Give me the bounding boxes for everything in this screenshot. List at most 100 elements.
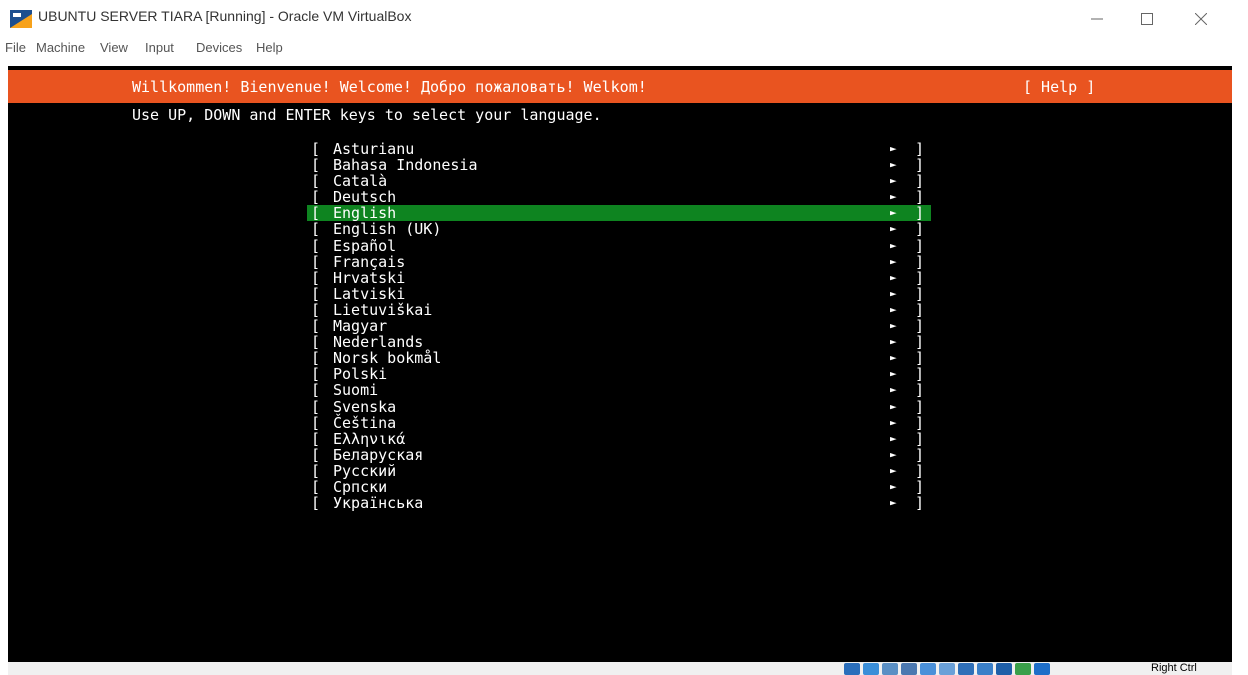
submenu-arrow-icon: ►	[890, 479, 897, 493]
recording-icon[interactable]	[996, 663, 1012, 675]
submenu-arrow-icon: ►	[890, 222, 897, 236]
language-option[interactable]: [Polski ►]	[307, 366, 931, 382]
minimize-icon	[1091, 18, 1103, 20]
bracket-right: ]	[915, 188, 925, 207]
bracket-left: [	[311, 284, 321, 303]
usb-icon[interactable]	[920, 663, 936, 675]
menu-input[interactable]: Input	[145, 40, 174, 55]
language-label: Asturianu	[333, 140, 415, 158]
language-option[interactable]: [Español ►]	[307, 238, 931, 254]
submenu-arrow-icon: ►	[890, 447, 897, 461]
window-title: UBUNTU SERVER TIARA [Running] - Oracle V…	[38, 8, 412, 24]
audio-icon[interactable]	[882, 663, 898, 675]
shared-folders-icon[interactable]	[939, 663, 955, 675]
bracket-left: [	[311, 429, 321, 448]
window-titlebar: UBUNTU SERVER TIARA [Running] - Oracle V…	[0, 0, 1248, 36]
language-label: Čeština	[333, 413, 397, 432]
maximize-button[interactable]	[1124, 4, 1170, 34]
language-label: Polski	[333, 365, 388, 384]
language-label: English	[333, 204, 397, 223]
language-label: Українська	[333, 494, 424, 513]
language-label: Bahasa Indonesia	[333, 156, 478, 175]
language-option[interactable]: [Català ►]	[307, 173, 931, 189]
menu-help[interactable]: Help	[256, 40, 283, 55]
language-option[interactable]: [Русский ►]	[307, 463, 931, 479]
bracket-left: [	[311, 333, 321, 352]
hard-disk-icon[interactable]	[844, 663, 860, 675]
menu-machine[interactable]: Machine	[36, 40, 85, 55]
bracket-right: ]	[915, 268, 925, 287]
bracket-right: ]	[915, 317, 925, 336]
language-option[interactable]: [Latviski ►]	[307, 286, 931, 302]
bracket-left: [	[311, 397, 321, 416]
language-option[interactable]: [Norsk bokmål ►]	[307, 350, 931, 366]
language-option[interactable]: [Ελληνικά ►]	[307, 431, 931, 447]
bracket-left: [	[311, 300, 321, 319]
language-option[interactable]: [Magyar ►]	[307, 318, 931, 334]
language-label: Lietuviškai	[333, 300, 433, 319]
submenu-arrow-icon: ►	[890, 415, 897, 429]
submenu-arrow-icon: ►	[890, 190, 897, 204]
submenu-arrow-icon: ►	[890, 367, 897, 381]
language-label: Català	[333, 172, 388, 191]
bracket-left: [	[311, 461, 321, 480]
language-option[interactable]: [Српски ►]	[307, 479, 931, 495]
maximize-icon	[1141, 13, 1153, 25]
submenu-arrow-icon: ►	[890, 319, 897, 333]
bracket-right: ]	[915, 236, 925, 255]
display-icon[interactable]	[958, 663, 974, 675]
language-option[interactable]: [Čeština ►]	[307, 415, 931, 431]
mouse-integration-icon[interactable]	[1034, 663, 1050, 675]
language-option[interactable]: [Nederlands ►]	[307, 334, 931, 350]
bracket-left: [	[311, 156, 321, 175]
bracket-right: ]	[915, 494, 925, 513]
language-option[interactable]: [English ►]	[307, 204, 931, 223]
language-label: Svenska	[333, 397, 397, 416]
bracket-right: ]	[915, 461, 925, 480]
language-option[interactable]: [Bahasa Indonesia ►]	[307, 157, 931, 173]
submenu-arrow-icon: ►	[890, 496, 897, 510]
cpu-icon[interactable]	[1015, 663, 1031, 675]
menu-bar: File Machine View Input Devices Help	[0, 36, 1248, 60]
language-label: Deutsch	[333, 188, 397, 207]
language-option[interactable]: [Lietuviškai ►]	[307, 302, 931, 318]
bracket-left: [	[311, 188, 321, 207]
bracket-left: [	[311, 140, 321, 158]
menu-file[interactable]: File	[5, 40, 26, 55]
host-key-label: Right Ctrl	[1151, 662, 1197, 674]
help-button[interactable]: [ Help ]	[1023, 78, 1095, 96]
submenu-arrow-icon: ►	[890, 463, 897, 477]
language-option[interactable]: [Français ►]	[307, 254, 931, 270]
minimize-button[interactable]	[1074, 4, 1120, 34]
menu-devices[interactable]: Devices	[196, 40, 242, 55]
bracket-right: ]	[915, 397, 925, 416]
bracket-right: ]	[915, 365, 925, 384]
virtualbox-logo-icon	[10, 10, 32, 28]
status-bar: Right Ctrl	[8, 662, 1232, 675]
language-option[interactable]: [Українська ►]	[307, 495, 931, 511]
bracket-right: ]	[915, 284, 925, 303]
bracket-right: ]	[915, 140, 925, 158]
bracket-left: [	[311, 220, 321, 239]
language-option[interactable]: [Suomi ►]	[307, 382, 931, 398]
video-capture-icon[interactable]	[977, 663, 993, 675]
language-option[interactable]: [ Deutsch ►]	[307, 189, 931, 205]
submenu-arrow-icon: ►	[890, 174, 897, 188]
submenu-arrow-icon: ►	[890, 431, 897, 445]
language-option[interactable]: [Asturianu ►]	[307, 141, 931, 157]
welcome-title: Willkommen! Bienvenue! Welcome! Добро по…	[132, 78, 647, 96]
network-icon[interactable]	[901, 663, 917, 675]
optical-drive-icon[interactable]	[863, 663, 879, 675]
bracket-left: [	[311, 445, 321, 464]
close-button[interactable]	[1178, 4, 1224, 34]
submenu-arrow-icon: ►	[890, 206, 897, 220]
language-option[interactable]: [Svenska ►]	[307, 399, 931, 415]
vm-screen[interactable]: Willkommen! Bienvenue! Welcome! Добро по…	[8, 66, 1232, 662]
bracket-left: [	[311, 413, 321, 432]
language-option[interactable]: [English (UK) ►]	[307, 221, 931, 237]
language-option[interactable]: [Беларуская ►]	[307, 447, 931, 463]
bracket-left: [	[311, 381, 321, 400]
menu-view[interactable]: View	[100, 40, 128, 55]
status-icons	[844, 663, 1050, 675]
language-option[interactable]: [Hrvatski ►]	[307, 270, 931, 286]
